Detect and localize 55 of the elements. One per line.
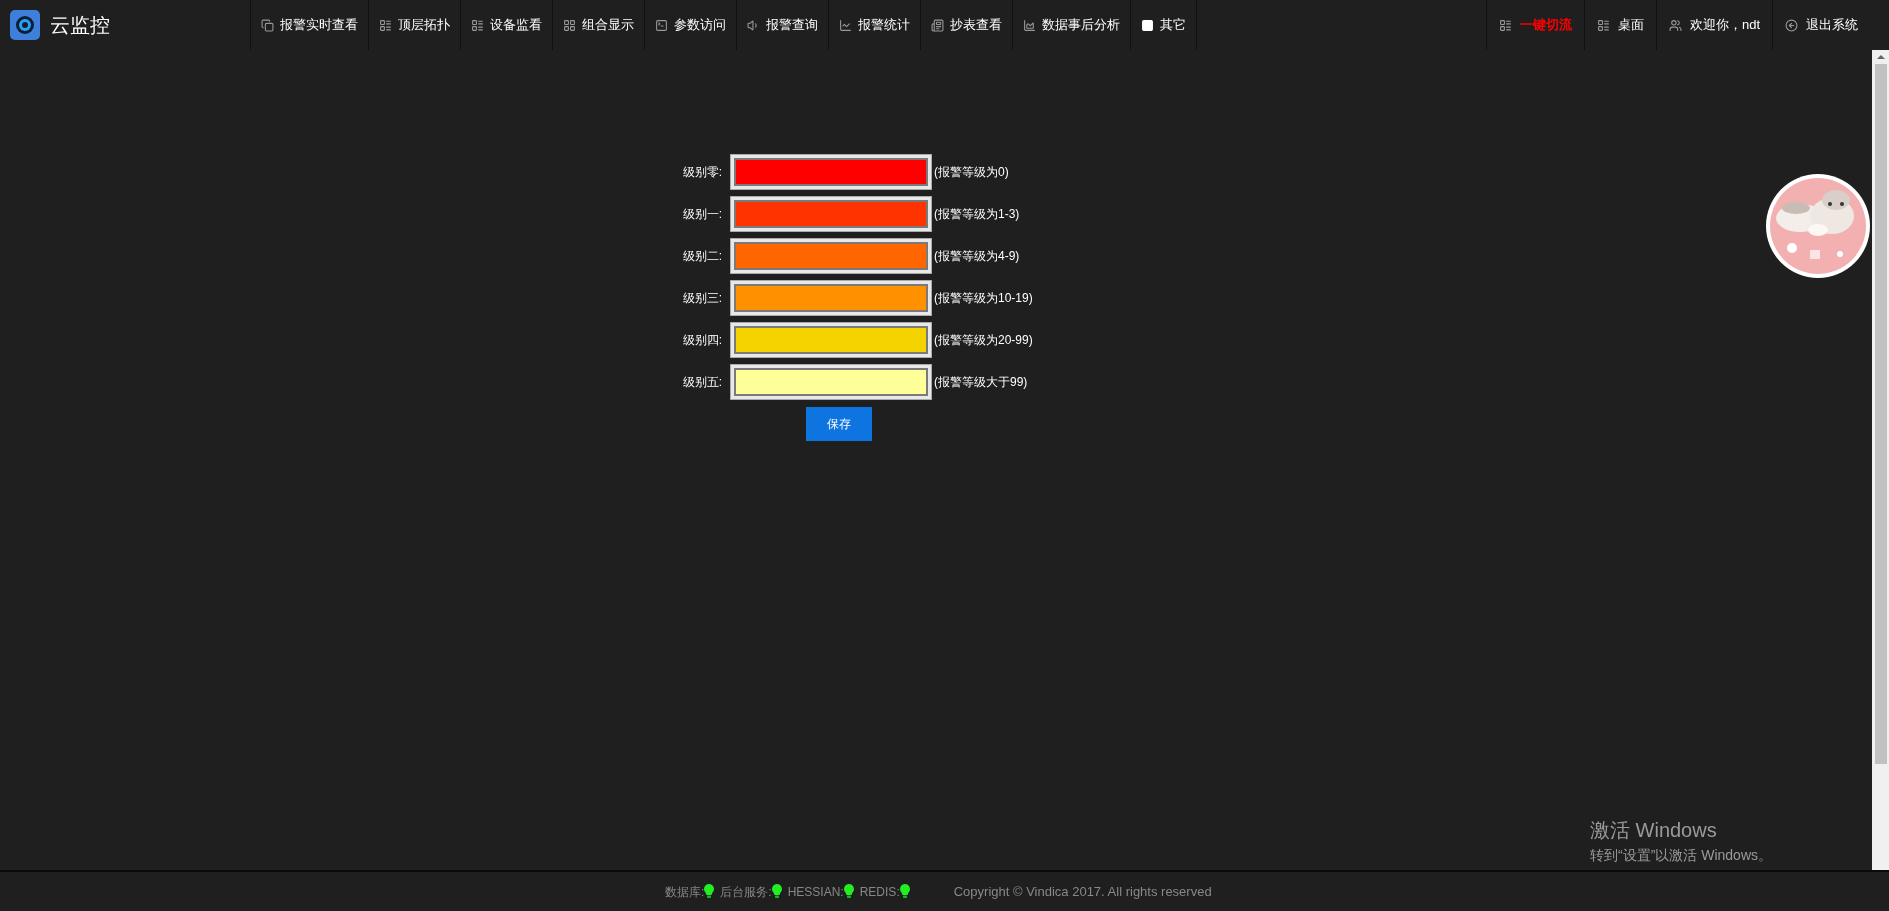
list-icon [471, 18, 484, 32]
windows-icon [261, 18, 274, 32]
level-label: 级别零: [681, 164, 723, 181]
nav-item[interactable]: 一键切流 [1485, 0, 1584, 50]
level-label: 级别二: [681, 248, 723, 265]
nav-item[interactable]: 数据事后分析 [1012, 0, 1130, 50]
level-note: (报警等级为20-99) [933, 332, 1033, 349]
list-icon [1498, 18, 1512, 32]
color-input[interactable] [730, 322, 932, 358]
nav-item[interactable]: 报警实时查看 [250, 0, 368, 50]
nav-item[interactable]: 其它 [1130, 0, 1196, 50]
level-note: (报警等级大于99) [933, 374, 1028, 391]
nav-item[interactable]: 顶层拓扑 [368, 0, 460, 50]
activation-text: 转到“设置”以激活 Windows。 [1590, 846, 1772, 865]
nav-item[interactable]: 抄表查看 [920, 0, 1012, 50]
list-icon [1596, 18, 1610, 32]
nav-item[interactable]: 桌面 [1583, 0, 1656, 50]
status-label: 后台服务: [720, 883, 772, 901]
status-label: HESSIAN: [787, 883, 844, 901]
area-chart-icon [1023, 18, 1036, 32]
activation-title: 激活 Windows [1590, 818, 1718, 843]
line-chart-icon [839, 18, 852, 32]
speaker-icon [747, 18, 760, 32]
copyright: Copyright © Vindica 2017. All rights reserved [953, 882, 1212, 901]
level-label: 级别四: [681, 332, 723, 349]
nav-item[interactable]: 报警查询 [736, 0, 828, 50]
logout-icon [1785, 18, 1798, 32]
app-title: 云监控 [50, 13, 110, 38]
color-input[interactable] [730, 364, 932, 400]
color-input[interactable] [730, 154, 932, 190]
color-input[interactable] [730, 280, 932, 316]
scrollbar[interactable] [1872, 50, 1889, 870]
level-note: (报警等级为1-3) [933, 206, 1020, 223]
level-label: 级别五: [681, 374, 723, 391]
list-icon [379, 18, 392, 32]
status-label: REDIS: [859, 883, 900, 901]
level-label: 级别一: [681, 206, 723, 223]
level-note: (报警等级为0) [933, 164, 1009, 181]
nav-item[interactable]: 退出系统 [1772, 0, 1870, 50]
nav-item[interactable]: 欢迎你，ndt [1655, 0, 1772, 50]
nav-item[interactable]: 设备监看 [460, 0, 552, 50]
nav-item[interactable]: 组合显示 [552, 0, 644, 50]
level-label: 级别三: [681, 290, 723, 307]
status-label: 数据库: [665, 883, 705, 901]
newspaper-icon [931, 18, 944, 32]
terminal-icon [655, 18, 668, 32]
level-note: (报警等级为10-19) [933, 290, 1033, 307]
color-input[interactable] [730, 238, 932, 274]
logo-icon [10, 10, 40, 40]
level-note: (报警等级为4-9) [933, 248, 1020, 265]
user-icon [1668, 18, 1682, 32]
save-button[interactable]: 保存 [806, 407, 872, 441]
color-input[interactable] [730, 196, 932, 232]
nav-item[interactable]: 报警统计 [828, 0, 920, 50]
nav-item[interactable]: 参数访问 [644, 0, 736, 50]
